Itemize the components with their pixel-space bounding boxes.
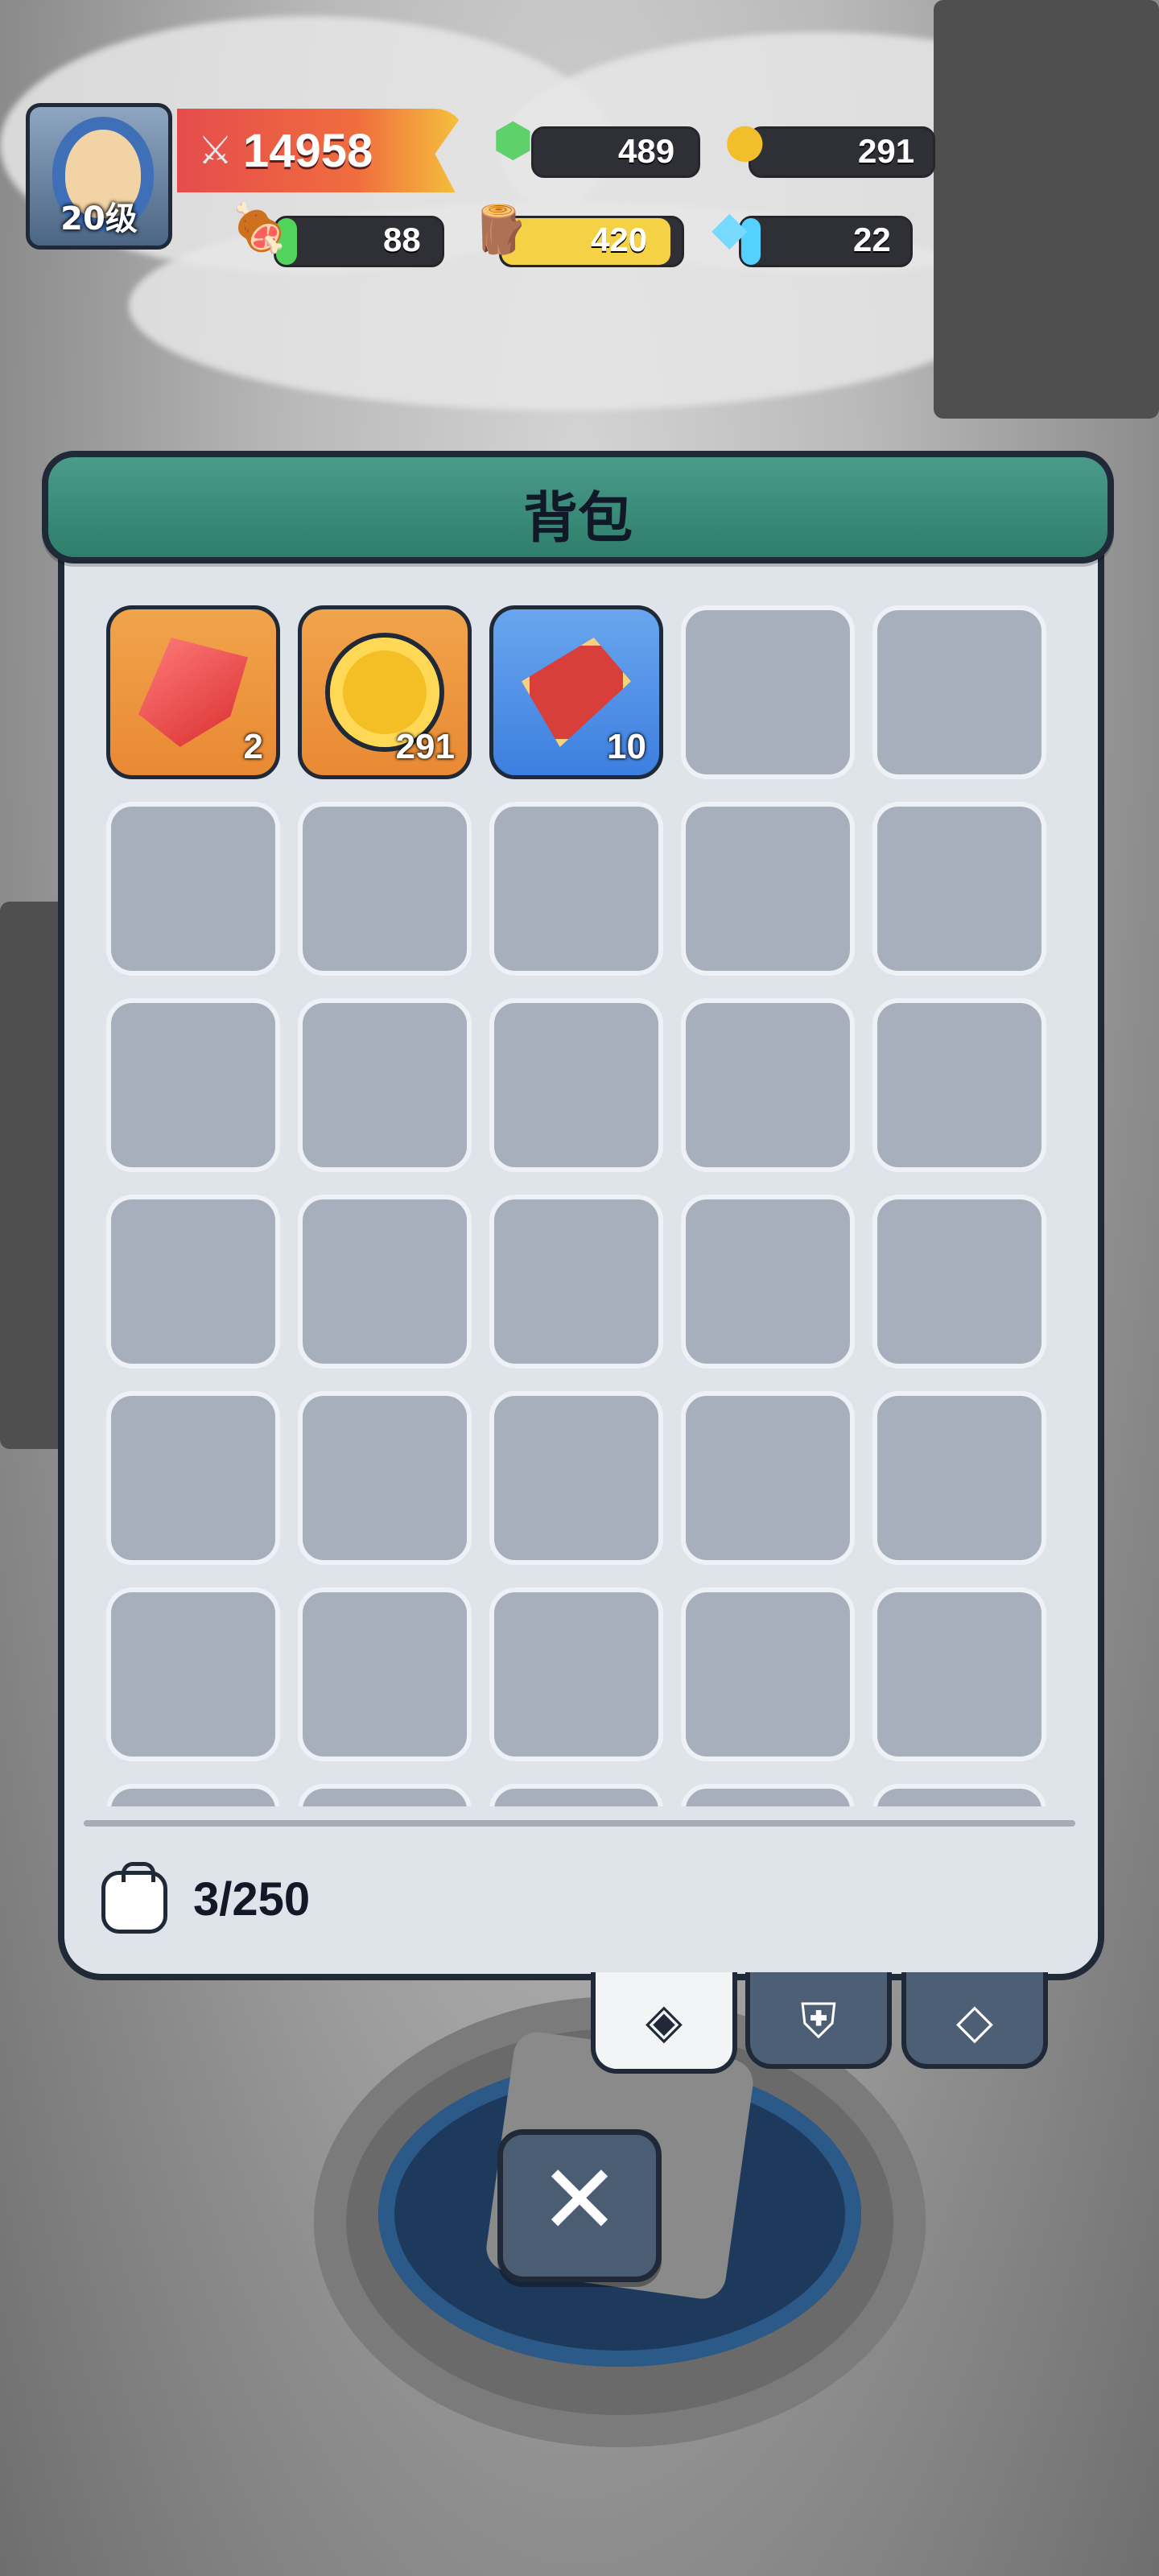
avatar-button[interactable]: 20级: [26, 103, 172, 250]
green-cube-plus-icon: ⬢: [493, 113, 534, 167]
inventory-slot[interactable]: [298, 1587, 472, 1761]
inventory-slot[interactable]: [872, 1587, 1046, 1761]
inventory-slot[interactable]: [872, 1784, 1046, 1806]
diamond-plus-icon: ◇: [955, 1993, 994, 2050]
inventory-slot[interactable]: [872, 1391, 1046, 1565]
inventory-slot[interactable]: [298, 802, 472, 976]
inventory-slot[interactable]: 2: [106, 605, 280, 779]
inventory-slot-count: 291: [395, 727, 455, 766]
tab-armor[interactable]: ⛨: [745, 1972, 892, 2069]
inventory-slot[interactable]: [489, 998, 663, 1172]
close-button[interactable]: ✕: [497, 2129, 662, 2282]
inventory-slot[interactable]: [298, 1784, 472, 1806]
inventory-capacity: 3/250: [193, 1873, 311, 1926]
inventory-slot[interactable]: [489, 802, 663, 976]
inventory-grid[interactable]: 2 291 10: [106, 605, 1059, 1806]
inventory-slot[interactable]: [681, 1195, 855, 1368]
inventory-slot[interactable]: [489, 1195, 663, 1368]
armor-icon: ⛨: [800, 1993, 837, 2050]
inventory-slot[interactable]: [489, 1784, 663, 1806]
inventory-slot[interactable]: 291: [298, 605, 472, 779]
inventory-slot[interactable]: [106, 998, 280, 1172]
inventory-title: 背包: [522, 487, 633, 551]
inventory-slot-count: 10: [607, 727, 646, 766]
inventory-slot[interactable]: [106, 1587, 280, 1761]
gold-coin-icon: ●: [724, 113, 765, 167]
panel-divider: [84, 1820, 1075, 1827]
inventory-slot[interactable]: [872, 1195, 1046, 1368]
inventory-slot[interactable]: [872, 802, 1046, 976]
inventory-slot[interactable]: [298, 1391, 472, 1565]
inventory-slot-count: 2: [243, 727, 263, 766]
inventory-slot[interactable]: [106, 802, 280, 976]
inventory-slot[interactable]: [489, 1391, 663, 1565]
meat-icon: 🍖: [230, 200, 289, 255]
inventory-slot[interactable]: [106, 1784, 280, 1806]
inventory-slot[interactable]: [489, 1587, 663, 1761]
backpack-icon: [101, 1862, 167, 1934]
money-bag-icon: ◈: [645, 1993, 683, 2050]
tab-gem[interactable]: ◇: [901, 1972, 1048, 2069]
crossed-swords-icon: ⚔: [198, 128, 233, 173]
wood-log-icon: 🪵: [471, 202, 530, 257]
inventory-header: 背包: [42, 451, 1114, 564]
tab-bag[interactable]: ◈: [591, 1972, 737, 2074]
inventory-slot[interactable]: [681, 1587, 855, 1761]
inventory-slot[interactable]: [106, 1391, 280, 1565]
inventory-slot[interactable]: [681, 605, 855, 779]
inventory-slot[interactable]: 10: [489, 605, 663, 779]
inventory-slot[interactable]: [681, 998, 855, 1172]
inventory-slot[interactable]: [681, 1391, 855, 1565]
avatar-level: 20级: [60, 200, 138, 237]
resource-crystal-value: 22: [853, 221, 891, 258]
inventory-slot[interactable]: [872, 605, 1046, 779]
top-hud: 20级 ⚔ 14958 ⬢ 489 ● 291 🍖 88 🪵 420 ◆ 22: [0, 0, 1159, 290]
crystal-icon: ◆: [711, 200, 748, 255]
inventory-slot[interactable]: [106, 1195, 280, 1368]
inventory-slot[interactable]: [872, 998, 1046, 1172]
inventory-slot[interactable]: [681, 1784, 855, 1806]
power-value: 14958: [243, 125, 373, 177]
resource-gold-value: 291: [858, 132, 915, 170]
inventory-slot[interactable]: [681, 802, 855, 976]
close-icon: ✕: [538, 2145, 621, 2256]
red-gem-icon: [138, 638, 248, 747]
inventory-slot[interactable]: [298, 998, 472, 1172]
inventory-slot[interactable]: [298, 1195, 472, 1368]
